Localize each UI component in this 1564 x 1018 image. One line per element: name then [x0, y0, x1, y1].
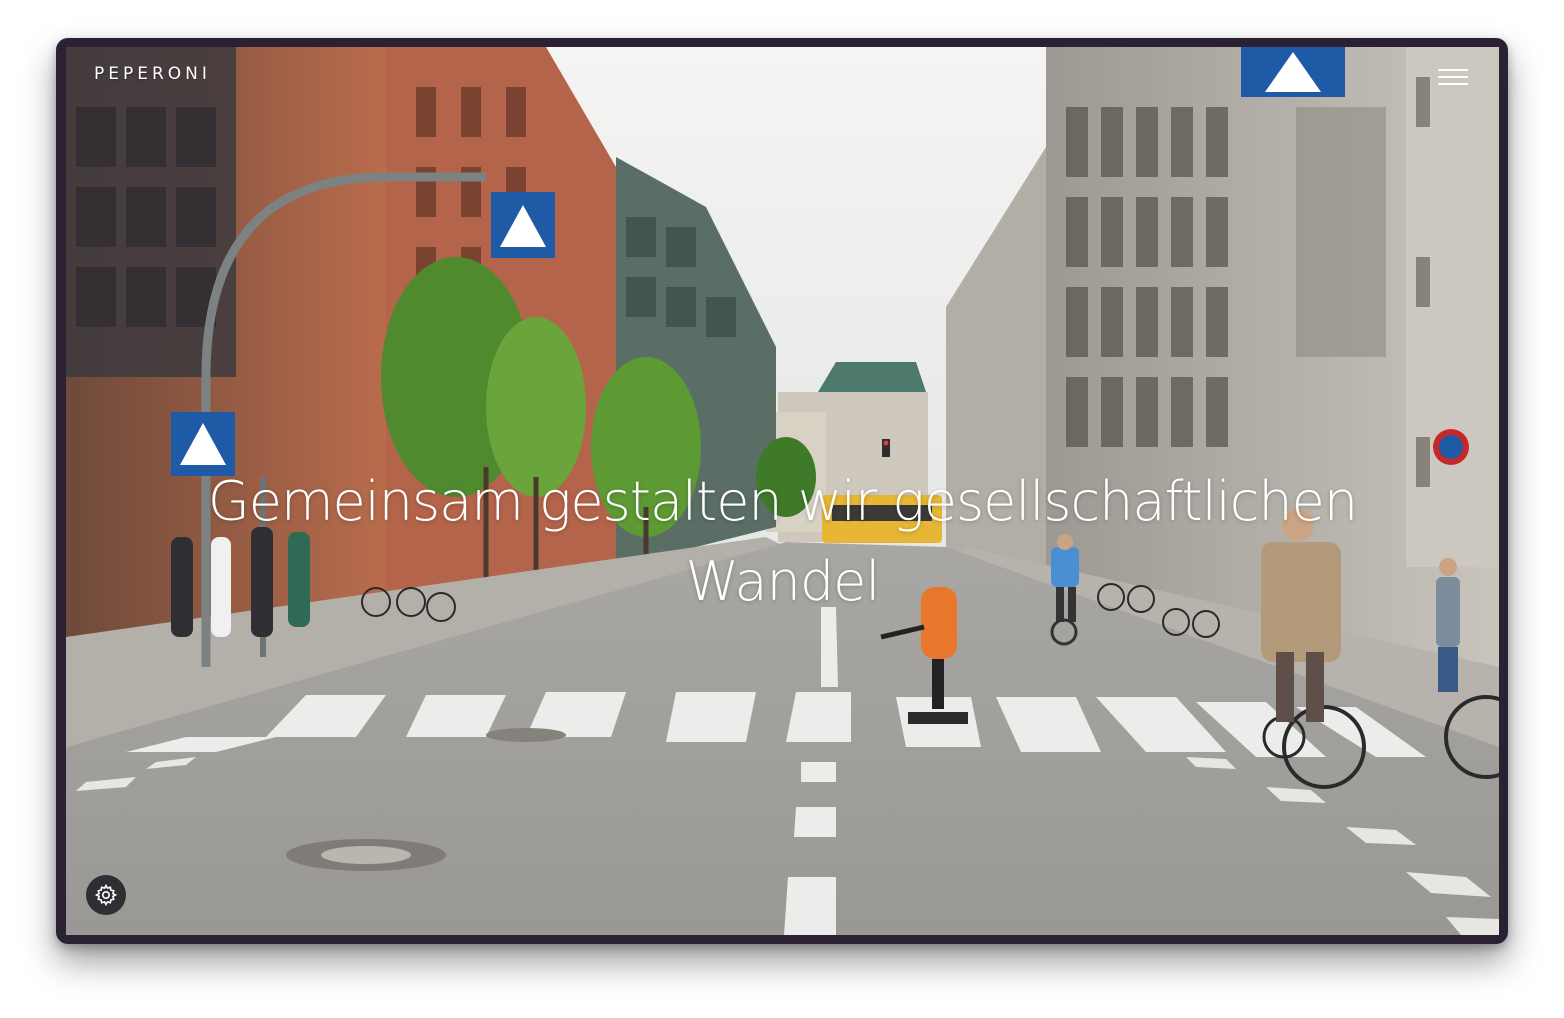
menu-line	[1438, 76, 1468, 78]
menu-line	[1438, 83, 1468, 85]
hero-viewport: PEPERONI Gemeinsam gestalten wir gesells…	[66, 47, 1499, 935]
brand-logo[interactable]: PEPERONI	[94, 64, 211, 84]
gear-icon	[94, 883, 118, 907]
hamburger-menu-icon[interactable]	[1436, 65, 1470, 89]
settings-button[interactable]	[86, 875, 126, 915]
app-window: PEPERONI Gemeinsam gestalten wir gesells…	[56, 38, 1508, 944]
menu-line	[1438, 69, 1468, 71]
hero-headline: Gemeinsam gestalten wir gesellschaftlich…	[207, 470, 1358, 613]
